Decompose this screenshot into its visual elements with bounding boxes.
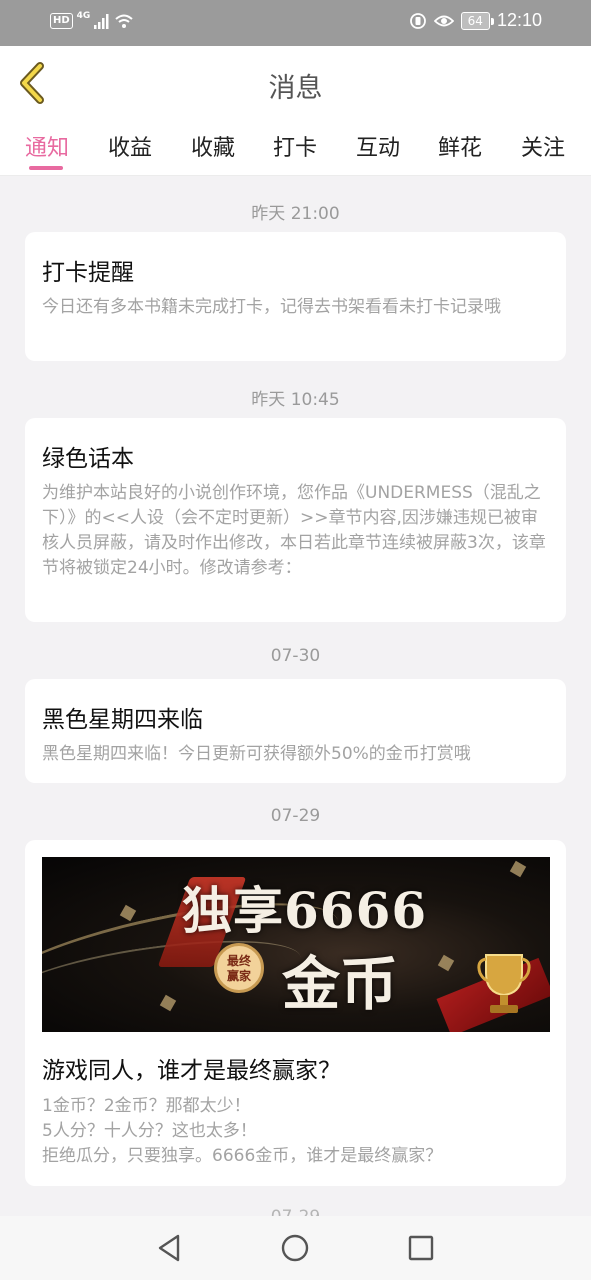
stamp-line: 赢家	[226, 969, 251, 983]
status-bar: HD 4G 64 12:10	[0, 0, 591, 46]
timestamp: 07-30	[270, 646, 321, 666]
page-title: 消息	[268, 73, 323, 104]
promo-banner[interactable]: 独享6666 金币 最终 赢家	[42, 857, 550, 1032]
banner-stamp: 最终 赢家	[214, 943, 264, 993]
clock: 12:10	[496, 10, 542, 30]
banner-cube	[119, 904, 137, 922]
banner-headline: 独享6666	[182, 881, 428, 940]
hd-icon: HD	[50, 13, 73, 29]
tab-bar: 通知 收益 收藏 打卡 互动 鲜花 关注	[0, 118, 591, 176]
notification-body: 今日还有多本书籍未完成打卡，记得去书架看看未打卡记录哦	[42, 297, 501, 317]
home-circle-icon[interactable]	[280, 1233, 310, 1263]
tab-following[interactable]: 关注	[505, 130, 581, 162]
tab-flowers[interactable]: 鲜花	[422, 130, 498, 162]
banner-subheadline: 金币	[282, 950, 399, 1018]
notification-card[interactable]: 打卡提醒 今日还有多本书籍未完成打卡，记得去书架看看未打卡记录哦	[25, 232, 566, 361]
body-line: 1金币？2金币？那都太少！	[42, 1096, 251, 1116]
tab-interactions[interactable]: 互动	[340, 130, 416, 162]
banner-cube	[437, 954, 455, 972]
network-type: 4G	[76, 11, 91, 21]
notification-title: 打卡提醒	[42, 260, 134, 286]
notification-title: 黑色星期四来临	[42, 707, 203, 733]
vibrate-icon	[409, 12, 426, 29]
trophy-icon	[477, 954, 531, 1013]
timestamp: 07-29	[270, 806, 321, 826]
timestamp: 昨天 21:00	[251, 204, 340, 224]
body-line: 拒绝瓜分，只要独享。6666金币，谁才是最终赢家？	[42, 1146, 443, 1166]
notification-card[interactable]: 绿色话本 为维护本站良好的小说创作环境，您作品《UNDERMESS（混乱之下）》…	[25, 418, 566, 622]
tab-earnings[interactable]: 收益	[92, 130, 168, 162]
notification-body: 黑色星期四来临！今日更新可获得额外50%的金币打赏哦	[42, 744, 471, 764]
banner-cube	[509, 860, 527, 878]
status-right: 64 12:10	[409, 10, 542, 31]
notification-body: 为维护本站良好的小说创作环境，您作品《UNDERMESS（混乱之下）》的<<人设…	[42, 483, 546, 578]
notification-title: 游戏同人，谁才是最终赢家？	[42, 1058, 341, 1084]
battery-icon: 64	[460, 11, 495, 30]
signal-icon	[94, 14, 109, 29]
body-line: 5人分？十人分？这也太多！	[42, 1121, 257, 1141]
app-header: 消息	[0, 46, 591, 118]
tab-notifications[interactable]: 通知	[9, 130, 85, 162]
status-left: HD 4G	[50, 11, 134, 29]
tab-favorites[interactable]: 收藏	[175, 130, 251, 162]
notification-card[interactable]: 独享6666 金币 最终 赢家 游戏同人，谁才是最终赢家？ 1金币？2金币？那都…	[25, 840, 566, 1186]
wifi-icon	[115, 14, 133, 28]
eye-comfort-icon	[433, 15, 454, 26]
notification-card[interactable]: 黑色星期四来临 黑色星期四来临！今日更新可获得额外50%的金币打赏哦	[25, 679, 566, 783]
system-nav-bar	[0, 1216, 591, 1280]
notification-body: 1金币？2金币？那都太少！ 5人分？十人分？这也太多！ 拒绝瓜分，只要独享。66…	[42, 1094, 552, 1169]
recents-square-icon[interactable]	[406, 1233, 436, 1263]
notification-title: 绿色话本	[42, 446, 134, 472]
back-triangle-icon[interactable]	[155, 1233, 185, 1263]
timestamp: 昨天 10:45	[251, 390, 340, 410]
tab-checkin[interactable]: 打卡	[257, 130, 333, 162]
active-tab-indicator	[29, 166, 63, 170]
stamp-line: 最终	[226, 954, 251, 968]
